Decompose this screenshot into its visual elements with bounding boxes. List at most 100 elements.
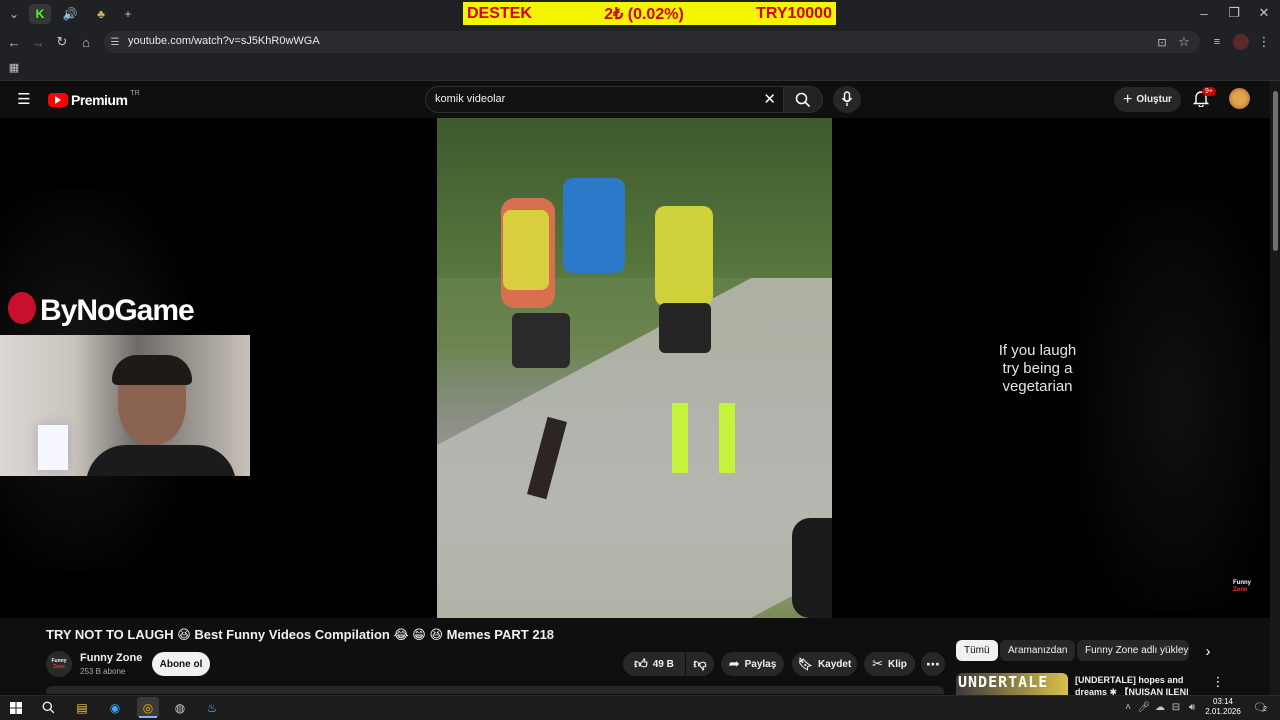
description-box[interactable] [46, 686, 944, 694]
search-button[interactable] [783, 86, 823, 113]
tab-search-dropdown[interactable]: ⌄ [3, 4, 25, 24]
video-side-caption: If you laugh try being a vegetarian [998, 342, 1077, 395]
chrome-icon[interactable]: ◎ [137, 697, 159, 718]
monitor-glow [38, 425, 68, 470]
microphone-icon [841, 91, 853, 106]
kick-icon: K [35, 7, 45, 21]
obs-icon[interactable]: ◍ [169, 697, 191, 718]
youtube-logo[interactable]: Premium TR [48, 90, 140, 108]
clock-time: 03:14 [1212, 697, 1234, 706]
plus-icon: + [1123, 90, 1133, 108]
recommendation-thumbnail[interactable]: UNDERTALE [956, 673, 1068, 695]
notification-badge: 9+ [1202, 87, 1216, 96]
tray-cloud-icon[interactable]: ☁ [1154, 700, 1166, 714]
avatar[interactable] [1229, 88, 1250, 109]
runner-right-shorts [659, 303, 711, 353]
tray-volume-icon[interactable]: 🔊︎ [1186, 700, 1198, 714]
apps-icon[interactable]: ▦ [6, 60, 22, 74]
active-app-indicator [139, 716, 157, 718]
new-tab-button[interactable]: + [117, 4, 139, 24]
logo-text: Premium [71, 92, 128, 108]
scrollbar-thumb[interactable] [1273, 91, 1278, 251]
install-icon[interactable]: ⊡ [1154, 34, 1170, 50]
chevron-down-icon: ⌄ [8, 7, 20, 21]
recommendation-menu-icon[interactable]: ⋮ [1212, 674, 1225, 690]
subscribe-button[interactable]: Abone ol [152, 652, 210, 676]
voice-search-button[interactable] [833, 86, 861, 113]
channel-avatar[interactable]: Funny Zone [46, 651, 72, 677]
more-actions-button[interactable]: ⋯ [921, 652, 945, 676]
bynogame-logo-icon [8, 292, 36, 324]
tray-network-icon[interactable]: ⊟ [1170, 700, 1182, 714]
menu-icon[interactable]: ⋮ [1258, 34, 1271, 50]
taskbar-search-icon[interactable] [37, 697, 59, 718]
search-input[interactable]: komik videolar ✕ [425, 86, 783, 113]
site-info-icon[interactable]: ☰ [108, 35, 122, 49]
file-explorer-icon[interactable]: ▤ [71, 697, 93, 718]
tab-audio[interactable]: 🔊 [59, 4, 81, 24]
create-label: Oluştur [1136, 94, 1172, 105]
video-title: TRY NOT TO LAUGH 😆 Best Funny Videos Com… [46, 627, 555, 642]
donation-label: DESTEK [467, 4, 532, 22]
chip-from-uploader[interactable]: Funny Zone adlı yükleyic [1077, 640, 1189, 661]
dislike-button[interactable]: 👎︎ [686, 652, 714, 676]
page-scrollbar[interactable] [1270, 81, 1280, 695]
thumbs-up-icon: 👍︎ [634, 656, 648, 671]
reload-icon[interactable]: ↻ [54, 34, 70, 50]
create-button[interactable]: + Oluştur [1114, 87, 1181, 112]
thumbnail-text: UNDERTALE [958, 673, 1049, 691]
url-text[interactable]: youtube.com/watch?v=sJ5KhR0wWGA [128, 35, 320, 47]
runner-right-vest [655, 206, 713, 306]
clear-search-icon[interactable]: ✕ [763, 90, 776, 108]
home-icon[interactable]: ⌂ [78, 34, 94, 50]
chip-all[interactable]: Tümü [956, 640, 998, 661]
side-blur-right [1080, 200, 1270, 610]
minimize-icon[interactable]: – [1196, 6, 1212, 21]
media-control-icon[interactable]: ≡ [1209, 34, 1225, 50]
chip-from-search[interactable]: Aramanızdan [1000, 640, 1076, 661]
donation-banner: DESTEK 2₺ (0.02%) TRY10000 [463, 2, 836, 25]
clip-button[interactable]: ✂ Klip [864, 652, 915, 676]
share-icon: ➦ [728, 656, 740, 671]
chevron-right-icon[interactable]: › [1200, 642, 1216, 660]
runner-right-sock-right [719, 403, 735, 473]
edge-icon[interactable]: ◉ [104, 697, 126, 718]
tray-microphone-icon[interactable]: 🎤︎ [1138, 700, 1151, 714]
dog-shape [792, 518, 832, 618]
tray-overflow-icon[interactable]: ˄ [1122, 700, 1134, 714]
subscriber-count: 253 B abone [80, 667, 126, 676]
clock[interactable]: 03:14 2.01.2026 [1202, 697, 1244, 717]
runner-left-vest [503, 210, 549, 290]
streamer-shirt [86, 445, 236, 476]
profile-icon[interactable] [1233, 34, 1249, 50]
donation-goal: TRY10000 [756, 4, 832, 22]
star-icon[interactable]: ☆ [1176, 34, 1192, 50]
like-button[interactable]: 👍︎ 49 B [623, 652, 685, 676]
search-icon [795, 92, 811, 108]
save-button[interactable]: 🔖︎ Kaydet [792, 652, 857, 676]
thumbs-down-icon: 👎︎ [693, 656, 707, 671]
share-button[interactable]: ➦ Paylaş [721, 652, 784, 676]
notification-center-count: 2 [1263, 706, 1267, 713]
tab-kick[interactable]: K [29, 4, 51, 24]
windows-start-icon[interactable] [5, 697, 27, 718]
hamburger-icon[interactable]: ☰ [15, 91, 33, 108]
taskbar [0, 695, 1280, 720]
more-horizontal-icon: ⋯ [926, 655, 940, 672]
runner-center-shirt [563, 178, 625, 273]
runner-left-shorts [512, 313, 570, 368]
video-frame[interactable] [437, 118, 832, 618]
donation-amount: 2₺ (0.02%) [604, 5, 684, 23]
back-icon[interactable]: ← [6, 34, 22, 50]
headphones-shape [112, 355, 192, 385]
tab-game[interactable]: ♣ [90, 4, 112, 24]
forward-icon[interactable]: → [30, 34, 46, 50]
channel-name[interactable]: Funny Zone [80, 652, 142, 664]
audio-icon: 🔊 [62, 7, 78, 21]
notifications-button[interactable]: 9+ [1192, 87, 1216, 108]
steam-icon[interactable]: ♨ [201, 697, 223, 718]
bookmark-icon: 🔖︎ [797, 657, 813, 671]
maximize-icon[interactable]: ❐ [1226, 5, 1242, 20]
close-window-icon[interactable]: ✕ [1256, 5, 1272, 20]
overlay-brand: ByNoGame [8, 292, 195, 328]
